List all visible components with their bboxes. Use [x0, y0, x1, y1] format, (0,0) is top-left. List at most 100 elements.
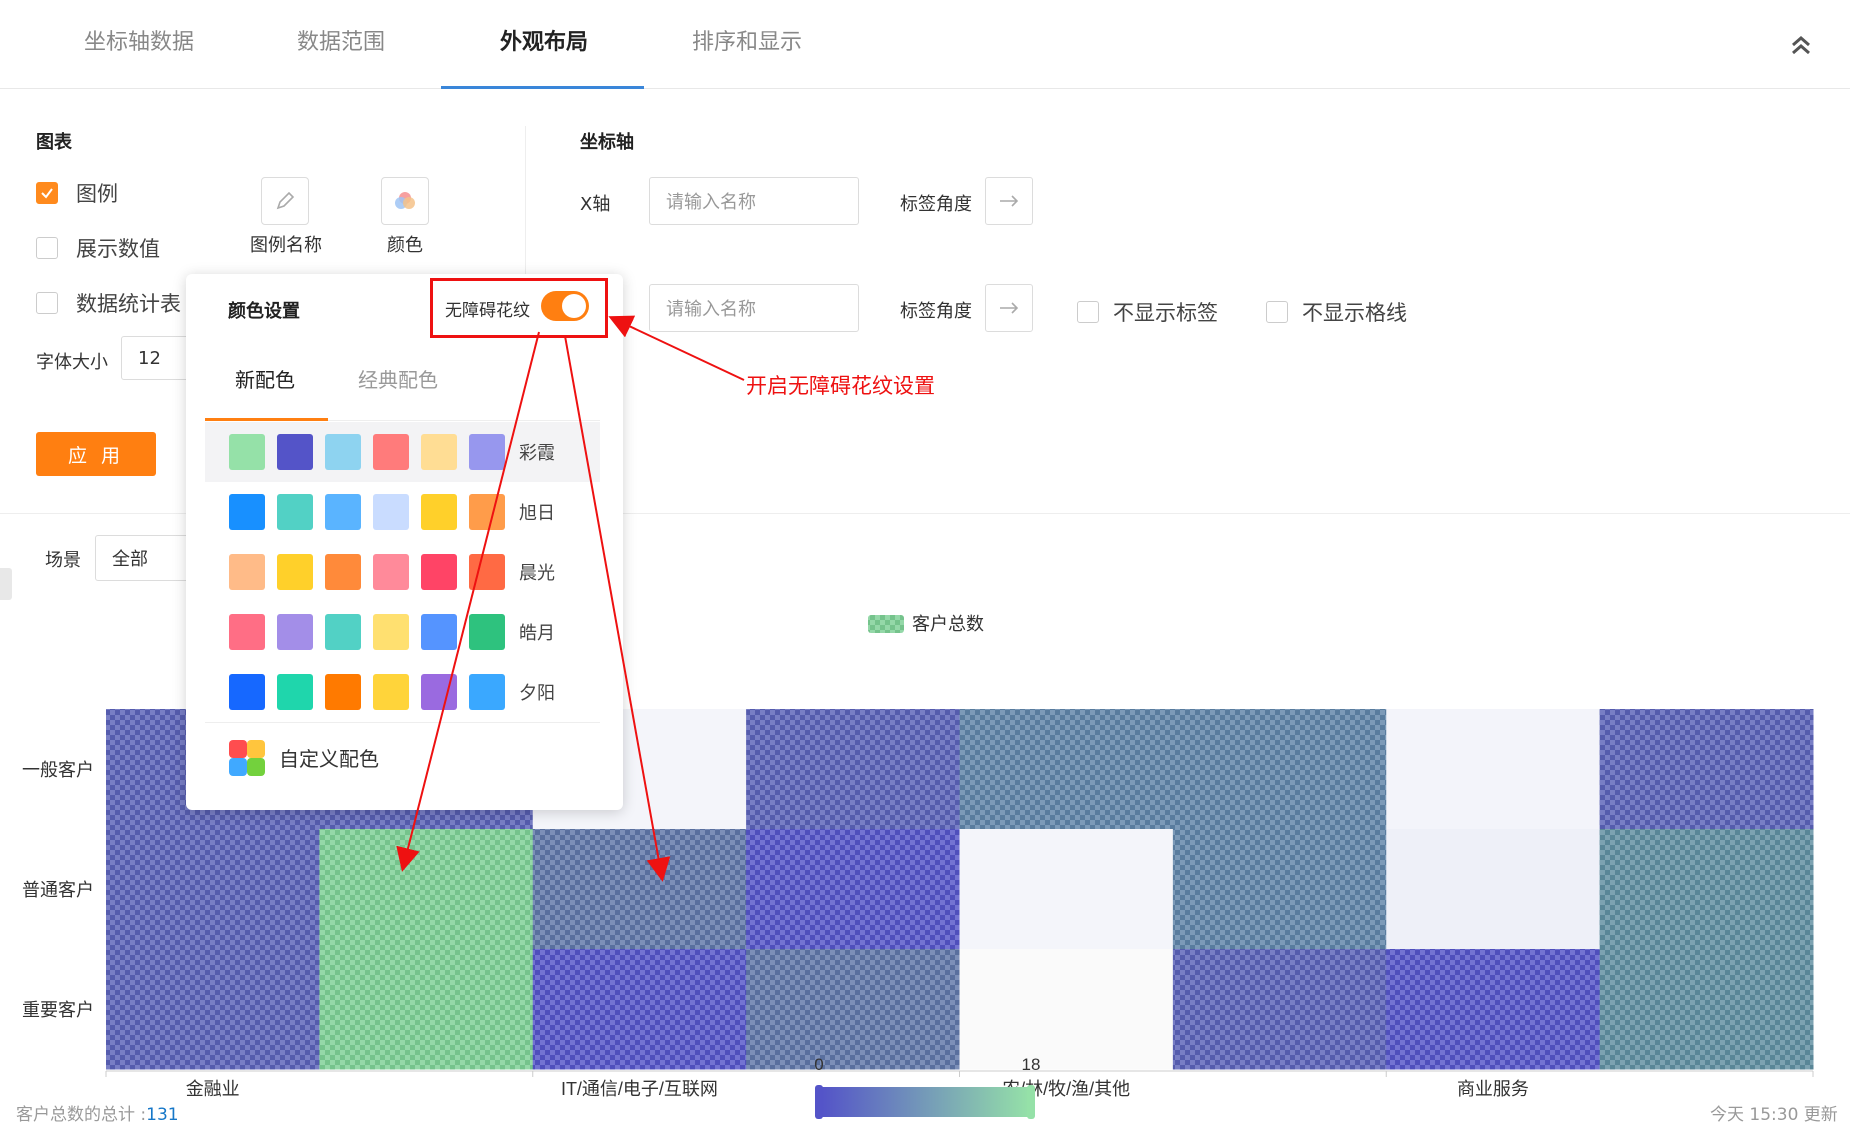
- hide-gridlines-label: 不显示格线: [1302, 301, 1407, 325]
- heatmap-cell-pattern: [1172, 709, 1387, 830]
- show-values-checkbox[interactable]: [36, 237, 58, 259]
- heatmap-cell-pattern: [532, 949, 747, 1070]
- pencil-icon: [276, 191, 295, 210]
- color-settings-popup: 颜色设置 无障碍花纹 新配色 经典配色 彩霞 旭日 晨光 皓月 夕阳 自定义配色: [186, 274, 623, 810]
- stats-table-label: 数据统计表: [76, 292, 181, 316]
- color-swatch: [421, 614, 457, 650]
- heatmap-cell-pattern: [959, 709, 1174, 830]
- legend-checkbox-row[interactable]: 图例: [36, 178, 118, 208]
- heatmap-cell-pattern: [106, 829, 320, 950]
- color-swatch: [373, 674, 409, 710]
- color-button[interactable]: [381, 177, 429, 225]
- heatmap-cell-pattern: [746, 829, 960, 950]
- font-size-input[interactable]: 12: [121, 336, 196, 380]
- arrow-right-icon: [1000, 195, 1019, 207]
- heatmap-cell-pattern: [1172, 829, 1387, 950]
- color-swatch: [277, 434, 313, 470]
- palette-icon: [395, 192, 415, 209]
- tab-new-palette[interactable]: 新配色: [235, 364, 295, 393]
- scene-label: 场景: [45, 550, 81, 571]
- palette-scheme-row[interactable]: 晨光: [205, 542, 600, 602]
- hide-gridlines-checkbox[interactable]: [1266, 301, 1288, 323]
- show-values-row[interactable]: 展示数值: [36, 233, 160, 263]
- x-label-angle-label: 标签角度: [900, 194, 972, 215]
- color-swatch: [229, 614, 265, 650]
- legend-checkbox[interactable]: [36, 182, 58, 204]
- heatmap-cell-pattern: [106, 949, 320, 1070]
- heatmap-cell-pattern: [319, 949, 534, 1070]
- total-value: 131: [146, 1105, 179, 1125]
- heatmap-cell-pattern: [746, 949, 960, 1070]
- y-axis-label: 重要客户: [22, 1000, 94, 1020]
- y-label-angle-button[interactable]: [985, 284, 1033, 332]
- collapse-icon[interactable]: [1786, 30, 1816, 60]
- update-time: 今天 15:30 更新: [1710, 1105, 1838, 1125]
- color-swatch: [325, 674, 361, 710]
- color-settings-title: 颜色设置: [228, 301, 300, 322]
- hide-labels-label: 不显示标签: [1113, 301, 1218, 325]
- tab-axis-data[interactable]: 坐标轴数据: [84, 24, 194, 56]
- heatmap-cell-pattern: [1172, 949, 1387, 1070]
- scheme-name: 夕阳: [519, 683, 555, 704]
- y-label-angle-label: 标签角度: [900, 301, 972, 322]
- x-axis-name-input[interactable]: 请输入名称: [649, 177, 859, 225]
- annotation-text: 开启无障碍花纹设置: [746, 374, 935, 398]
- color-swatch: [421, 674, 457, 710]
- total-label: 客户总数的总计 :: [16, 1105, 147, 1125]
- custom-palette-row[interactable]: 自定义配色: [205, 722, 600, 792]
- tab-classic-palette[interactable]: 经典配色: [358, 364, 438, 393]
- y-axis-label: 普通客户: [22, 880, 94, 900]
- color-swatch: [421, 434, 457, 470]
- color-swatch: [229, 554, 265, 590]
- y-axis-name-input[interactable]: 请输入名称: [649, 284, 859, 332]
- color-swatch: [373, 494, 409, 530]
- legend-name-caption: 图例名称: [250, 235, 322, 256]
- custom-palette-icon: [229, 739, 265, 776]
- heatmap-cell: [959, 829, 1174, 950]
- color-swatch: [325, 554, 361, 590]
- legend-swatch-pattern: [868, 615, 904, 633]
- heatmap-cell-pattern: [1599, 709, 1814, 830]
- palette-scheme-row[interactable]: 皓月: [205, 602, 600, 662]
- stats-table-checkbox[interactable]: [36, 292, 58, 314]
- visualmap-handle-max: [1027, 1085, 1035, 1119]
- color-caption: 颜色: [387, 235, 423, 256]
- palette-scheme-row[interactable]: 夕阳: [205, 662, 600, 722]
- x-axis-label: IT/通信/电子/互联网: [561, 1079, 718, 1099]
- total-summary: 客户总数的总计 :131: [16, 1100, 179, 1125]
- heatmap-cell-pattern: [532, 829, 747, 950]
- hide-labels-row[interactable]: 不显示标签: [1077, 297, 1218, 327]
- hide-labels-checkbox[interactable]: [1077, 301, 1099, 323]
- tab-appearance-layout[interactable]: 外观布局: [500, 24, 588, 56]
- apply-button[interactable]: 应 用: [36, 432, 156, 476]
- color-swatch: [325, 434, 361, 470]
- legend-name-button[interactable]: [261, 177, 309, 225]
- color-swatch: [469, 614, 505, 650]
- stats-table-row[interactable]: 数据统计表: [36, 288, 181, 318]
- scheme-name: 旭日: [519, 503, 555, 524]
- active-tab-indicator: [441, 86, 644, 89]
- color-swatch: [277, 554, 313, 590]
- heatmap-cell-pattern: [319, 829, 534, 950]
- palette-scheme-row[interactable]: 旭日: [205, 482, 600, 542]
- heatmap-cell-pattern: [1599, 829, 1814, 950]
- visualmap-handle-min: [815, 1085, 823, 1119]
- color-swatch: [325, 614, 361, 650]
- y-axis-label: 一般客户: [22, 760, 94, 780]
- annotation-highlight-box: [430, 278, 608, 338]
- tab-data-range[interactable]: 数据范围: [297, 24, 385, 56]
- tab-sort-display[interactable]: 排序和显示: [692, 24, 802, 56]
- show-values-label: 展示数值: [76, 237, 160, 261]
- color-swatch: [277, 614, 313, 650]
- scheme-name: 皓月: [519, 623, 555, 644]
- palette-scheme-row[interactable]: 彩霞: [205, 422, 600, 482]
- color-swatch: [229, 674, 265, 710]
- heatmap-cell-pattern: [1386, 949, 1601, 1070]
- scheme-name: 彩霞: [519, 443, 555, 464]
- x-label-angle-button[interactable]: [985, 177, 1033, 225]
- heatmap-cell: [959, 949, 1174, 1070]
- arrow-right-icon: [1000, 302, 1019, 314]
- x-axis-label: X轴: [580, 194, 611, 215]
- axis-section-title: 坐标轴: [580, 132, 634, 153]
- hide-gridlines-row[interactable]: 不显示格线: [1266, 297, 1407, 327]
